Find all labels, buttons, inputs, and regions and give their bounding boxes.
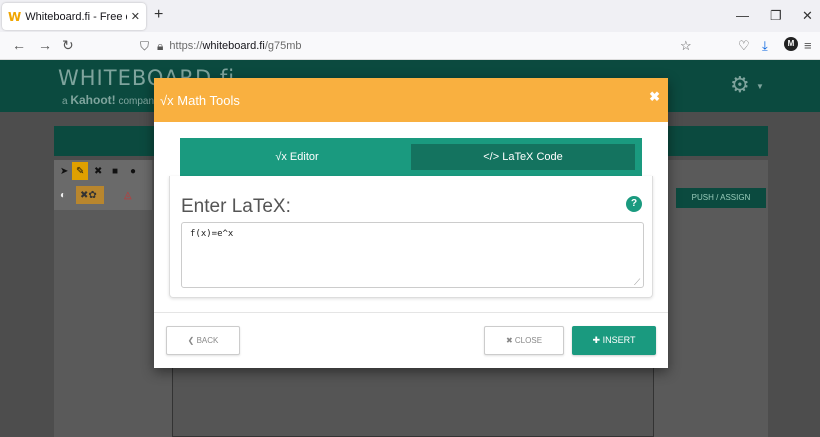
modal-divider: [154, 312, 668, 313]
math-tabs: √x Editor </> LaTeX Code: [180, 138, 642, 176]
tab-latex-label: LaTeX Code: [502, 151, 563, 163]
back-button-label: BACK: [196, 336, 219, 345]
browser-tab[interactable]: W Whiteboard.fi - Free online whi ✕: [2, 3, 146, 30]
x-icon: ✖: [505, 336, 513, 345]
student-canvas: [172, 360, 654, 437]
chevron-down-icon[interactable]: ▼: [756, 82, 764, 91]
reload-icon[interactable]: ↻: [62, 37, 74, 54]
modal-header: √x Math Tools ✖: [154, 78, 668, 122]
browser-nav-bar: ← → ↻ ⛉ 🔒︎ https://whiteboard.fi/g75mb ☆…: [0, 32, 820, 60]
restore-icon[interactable]: ❐: [770, 8, 782, 24]
eraser-icon[interactable]: ◬: [124, 190, 132, 201]
close-button[interactable]: ✖ CLOSE: [484, 326, 564, 355]
drawing-toolbar: ➤ ✎ ✖ ■ ● ◐ ✖✿ ◬: [54, 160, 152, 210]
insert-button[interactable]: ✚ INSERT: [572, 326, 656, 355]
gear-icon[interactable]: ⚙: [730, 72, 750, 98]
bookmark-star-icon[interactable]: ☆: [680, 38, 692, 54]
insert-button-label: INSERT: [602, 335, 636, 345]
close-tab-icon[interactable]: ✕: [131, 10, 140, 23]
back-arrow-icon[interactable]: ←: [12, 37, 26, 53]
enter-latex-label: Enter LaTeX:: [181, 196, 291, 217]
pointer-icon[interactable]: ➤: [60, 166, 68, 177]
url-domain: whiteboard.fi: [202, 40, 265, 52]
lock-icon: 🔒︎: [157, 38, 164, 53]
browser-tab-bar: W Whiteboard.fi - Free online whi ✕ + — …: [0, 0, 820, 32]
back-button[interactable]: ❮ BACK: [166, 326, 240, 355]
minimize-icon[interactable]: —: [736, 8, 749, 23]
modal-title-text: Math Tools: [177, 93, 240, 108]
shield-icon: ⛉: [140, 38, 150, 53]
cross-icon[interactable]: ✖: [94, 166, 102, 177]
pocket-icon[interactable]: ♡: [738, 38, 750, 54]
tab-editor-label: Editor: [289, 151, 319, 163]
shapes-icon[interactable]: ✖✿: [80, 190, 97, 201]
new-tab-icon[interactable]: +: [154, 6, 163, 24]
math-tools-modal: √x Math Tools ✖ √x Editor </> LaTeX Code…: [154, 78, 668, 368]
url-path: /g75mb: [264, 40, 302, 52]
url-prefix: https://: [169, 40, 203, 52]
address-bar[interactable]: ⛉ 🔒︎ https://whiteboard.fi/g75mb: [140, 35, 680, 57]
square-icon[interactable]: ■: [112, 166, 118, 177]
plus-icon: ✚: [592, 335, 601, 345]
download-icon[interactable]: ⤓: [762, 38, 768, 54]
resize-grip-icon[interactable]: ⟋: [634, 277, 640, 288]
kahoot-brand: Kahoot!: [70, 93, 116, 107]
push-assign-button[interactable]: PUSH / ASSIGN: [676, 188, 766, 208]
circle-icon[interactable]: ●: [130, 166, 136, 177]
chevron-left-icon: ❮: [187, 336, 195, 345]
browser-tab-title: Whiteboard.fi - Free online whi: [25, 10, 127, 23]
tagline-suffix: compan: [118, 96, 155, 107]
code-icon: </>: [483, 151, 500, 163]
window-close-icon[interactable]: ✕: [802, 8, 813, 24]
tab-editor[interactable]: √x Editor: [186, 144, 408, 170]
palette-icon[interactable]: ◐: [60, 190, 66, 201]
pen-icon[interactable]: ✎: [76, 166, 84, 177]
kahoot-tagline: a Kahoot! compan: [62, 93, 154, 107]
account-avatar[interactable]: M: [784, 37, 798, 51]
forward-arrow-icon[interactable]: →: [38, 37, 52, 53]
modal-title: √x Math Tools: [160, 93, 240, 108]
latex-panel: Enter LaTeX: ? f(x)=e^x ⟋: [169, 176, 653, 298]
sqrt-icon: √x: [160, 93, 174, 108]
tab-latex-code[interactable]: </> LaTeX Code: [411, 144, 635, 170]
latex-input[interactable]: f(x)=e^x: [181, 222, 644, 288]
tagline-prefix: a: [62, 96, 68, 107]
menu-icon[interactable]: ≡: [804, 38, 812, 53]
close-button-label: CLOSE: [514, 336, 543, 345]
close-icon[interactable]: ✖: [649, 89, 660, 105]
whiteboard-favicon-icon: W: [8, 9, 22, 24]
help-icon[interactable]: ?: [626, 196, 642, 212]
sqrt-icon: √x: [275, 151, 287, 163]
